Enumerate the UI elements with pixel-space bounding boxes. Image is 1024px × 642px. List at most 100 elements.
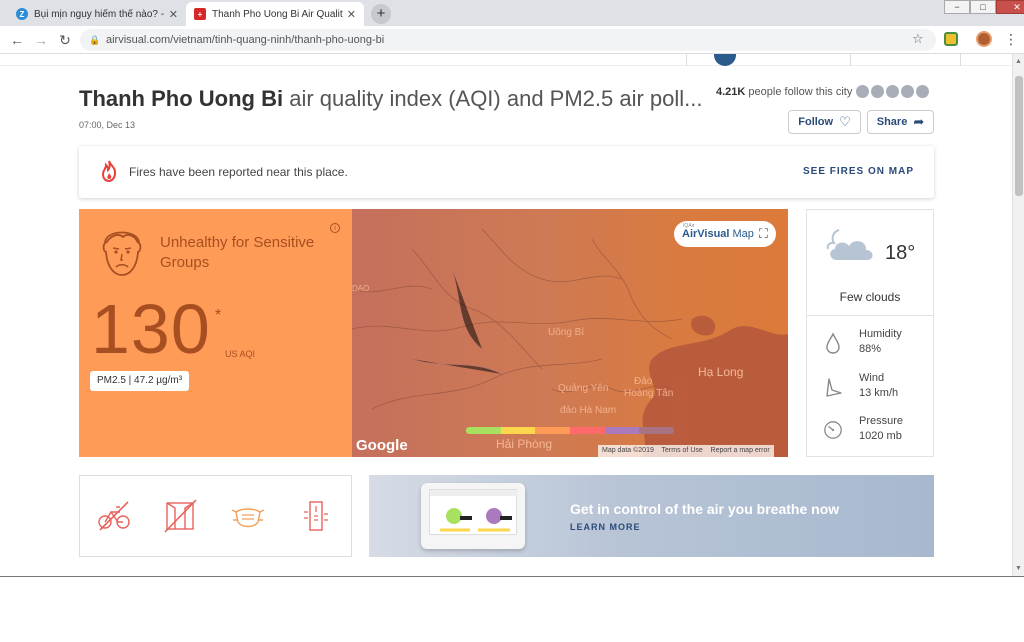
tab-title: Bụi mịn nguy hiểm thế nào? - Sứ — [34, 8, 165, 20]
map-place-dao-ha-nam: đảo Hà Nam — [560, 405, 617, 416]
wind-label: Wind — [859, 372, 885, 384]
pm25-badge: PM2.5 | 47.2 µg/m³ — [90, 371, 190, 391]
close-tab-icon[interactable]: ✕ — [347, 8, 356, 21]
forward-arrow-icon[interactable]: → — [32, 31, 50, 49]
temperature: 18° — [885, 242, 916, 264]
swiss-flag-favicon-icon: + — [194, 8, 206, 20]
map-place-quang-yen: Quảng Yên — [558, 383, 609, 394]
promo-headline: Get in control of the air you breathe no… — [570, 501, 840, 517]
pressure-row: Pressure 1020 mb — [823, 415, 933, 451]
fires-banner: Fires have been reported near this place… — [79, 146, 934, 198]
air-purifier-icon[interactable] — [298, 498, 334, 534]
aqi-value: 130 — [91, 290, 211, 368]
url-text: airvisual.com/vietnam/tinh-quang-ninh/th… — [106, 34, 385, 46]
fullscreen-icon[interactable]: ⛶ — [759, 226, 768, 242]
bookmark-star-icon[interactable]: ☆ — [912, 31, 924, 47]
learn-more-link[interactable]: LEARN MORE — [570, 522, 641, 532]
avatar — [870, 84, 885, 99]
map-place-edge: DAO — [352, 284, 370, 293]
scale-good — [466, 427, 501, 434]
humidity-value: 88% — [859, 343, 882, 355]
header-avatar[interactable] — [714, 54, 736, 66]
air-monitor-device-image — [421, 483, 525, 549]
wind-row: Wind 13 km/h — [823, 372, 933, 408]
reload-icon[interactable]: ↻ — [56, 31, 74, 49]
report-error-link[interactable]: Report a map error — [711, 447, 770, 454]
map-place-uong-bi: Uông Bí — [548, 327, 585, 338]
scrollbar[interactable]: ▲ ▼ — [1012, 54, 1024, 576]
share-button[interactable]: Share ➦ — [867, 110, 934, 134]
see-fires-on-map-link[interactable]: SEE FIRES ON MAP — [803, 166, 914, 177]
avatar — [885, 84, 900, 99]
pressure-value: 1020 mb — [859, 430, 902, 442]
site-header-partial — [0, 54, 1012, 66]
map-place-ha-long: Hạ Long — [698, 365, 744, 379]
share-label: Share — [876, 116, 908, 128]
profile-avatar[interactable] — [976, 31, 992, 47]
airvisual-map[interactable]: Uông Bí Hạ Long Quảng Yên Đảo Hoàng Tân … — [352, 209, 788, 457]
avatar — [915, 84, 930, 99]
fire-icon — [101, 160, 117, 182]
weather-card: 18° Few clouds Humidity 88% Wind 13 km/h… — [806, 209, 934, 457]
promo-banner[interactable]: Get in control of the air you breathe no… — [369, 475, 934, 557]
few-clouds-icon — [826, 229, 873, 260]
map-brand-suffix: Map — [732, 228, 754, 240]
humidity-row: Humidity 88% — [823, 328, 933, 364]
avatar — [855, 84, 870, 99]
new-tab-button[interactable]: + — [371, 4, 391, 24]
page-title: Thanh Pho Uong Bi air quality index (AQI… — [79, 86, 703, 112]
minimize-button[interactable]: − — [944, 0, 970, 14]
wear-mask-icon[interactable] — [230, 498, 266, 534]
followers-info: 4.21K people follow this city — [716, 86, 852, 98]
map-place-dao: Đảo — [634, 376, 653, 387]
google-logo: Google — [356, 437, 408, 454]
desktop-area — [0, 576, 1024, 642]
address-bar[interactable]: 🔒 airvisual.com/vietnam/tinh-quang-ninh/… — [80, 29, 936, 51]
info-icon[interactable]: i — [330, 223, 340, 233]
wind-direction-icon — [826, 378, 842, 397]
window-controls: − □ ✕ — [944, 0, 1024, 14]
back-arrow-icon[interactable]: ← — [8, 31, 26, 49]
extension-icon[interactable] — [944, 32, 958, 46]
aqi-asterisk: * — [215, 307, 222, 324]
tab-bui-min[interactable]: Z Bụi mịn nguy hiểm thế nào? - Sứ ✕ — [8, 2, 186, 26]
followers-text: people follow this city — [748, 86, 853, 98]
browser-menu-icon[interactable]: ⋮ — [1004, 31, 1018, 48]
wind-value: 13 km/h — [859, 387, 899, 399]
weather-condition: Few clouds — [839, 290, 901, 304]
no-cycling-icon[interactable] — [96, 498, 132, 534]
terms-link[interactable]: Terms of Use — [662, 447, 703, 454]
scale-hazardous — [639, 427, 674, 434]
close-windows-icon[interactable] — [162, 498, 198, 534]
map-data-text: Map data ©2019 — [602, 447, 654, 454]
close-tab-icon[interactable]: ✕ — [169, 8, 178, 21]
zing-favicon-icon: Z — [16, 8, 28, 20]
page-viewport: Thanh Pho Uong Bi air quality index (AQI… — [0, 54, 1012, 576]
droplet-icon — [826, 332, 840, 354]
aqi-color-scale — [466, 427, 674, 434]
fires-message: Fires have been reported near this place… — [129, 165, 348, 179]
divider — [807, 315, 933, 316]
scroll-up-icon[interactable]: ▲ — [1015, 58, 1022, 65]
city-name: Thanh Pho Uong Bi — [79, 86, 284, 111]
airvisual-brand: AirVisual — [682, 228, 730, 240]
follow-label: Follow — [798, 116, 834, 128]
close-window-button[interactable]: ✕ — [996, 0, 1024, 14]
scale-sensitive — [535, 427, 571, 434]
maximize-button[interactable]: □ — [970, 0, 996, 14]
scroll-down-icon[interactable]: ▼ — [1015, 565, 1022, 572]
airvisual-map-badge[interactable]: IQAir AirVisual Map ⛶ — [674, 221, 776, 247]
title-suffix: air quality index (AQI) and PM2.5 air po… — [289, 86, 703, 111]
unhealthy-face-icon — [102, 231, 142, 276]
scale-moderate — [500, 427, 536, 434]
follow-button[interactable]: Follow ♡ — [788, 110, 861, 134]
heart-icon: ♡ — [839, 114, 851, 129]
lock-icon: 🔒 — [89, 35, 101, 45]
header-divider — [960, 54, 961, 66]
iqair-label: IQAir — [683, 223, 695, 229]
scrollbar-thumb[interactable] — [1015, 76, 1023, 196]
scale-very-unhealthy — [604, 427, 640, 434]
humidity-label: Humidity — [859, 328, 902, 340]
tab-airvisual[interactable]: + Thanh Pho Uong Bi Air Quality In ✕ — [186, 2, 364, 26]
pressure-label: Pressure — [859, 415, 904, 427]
